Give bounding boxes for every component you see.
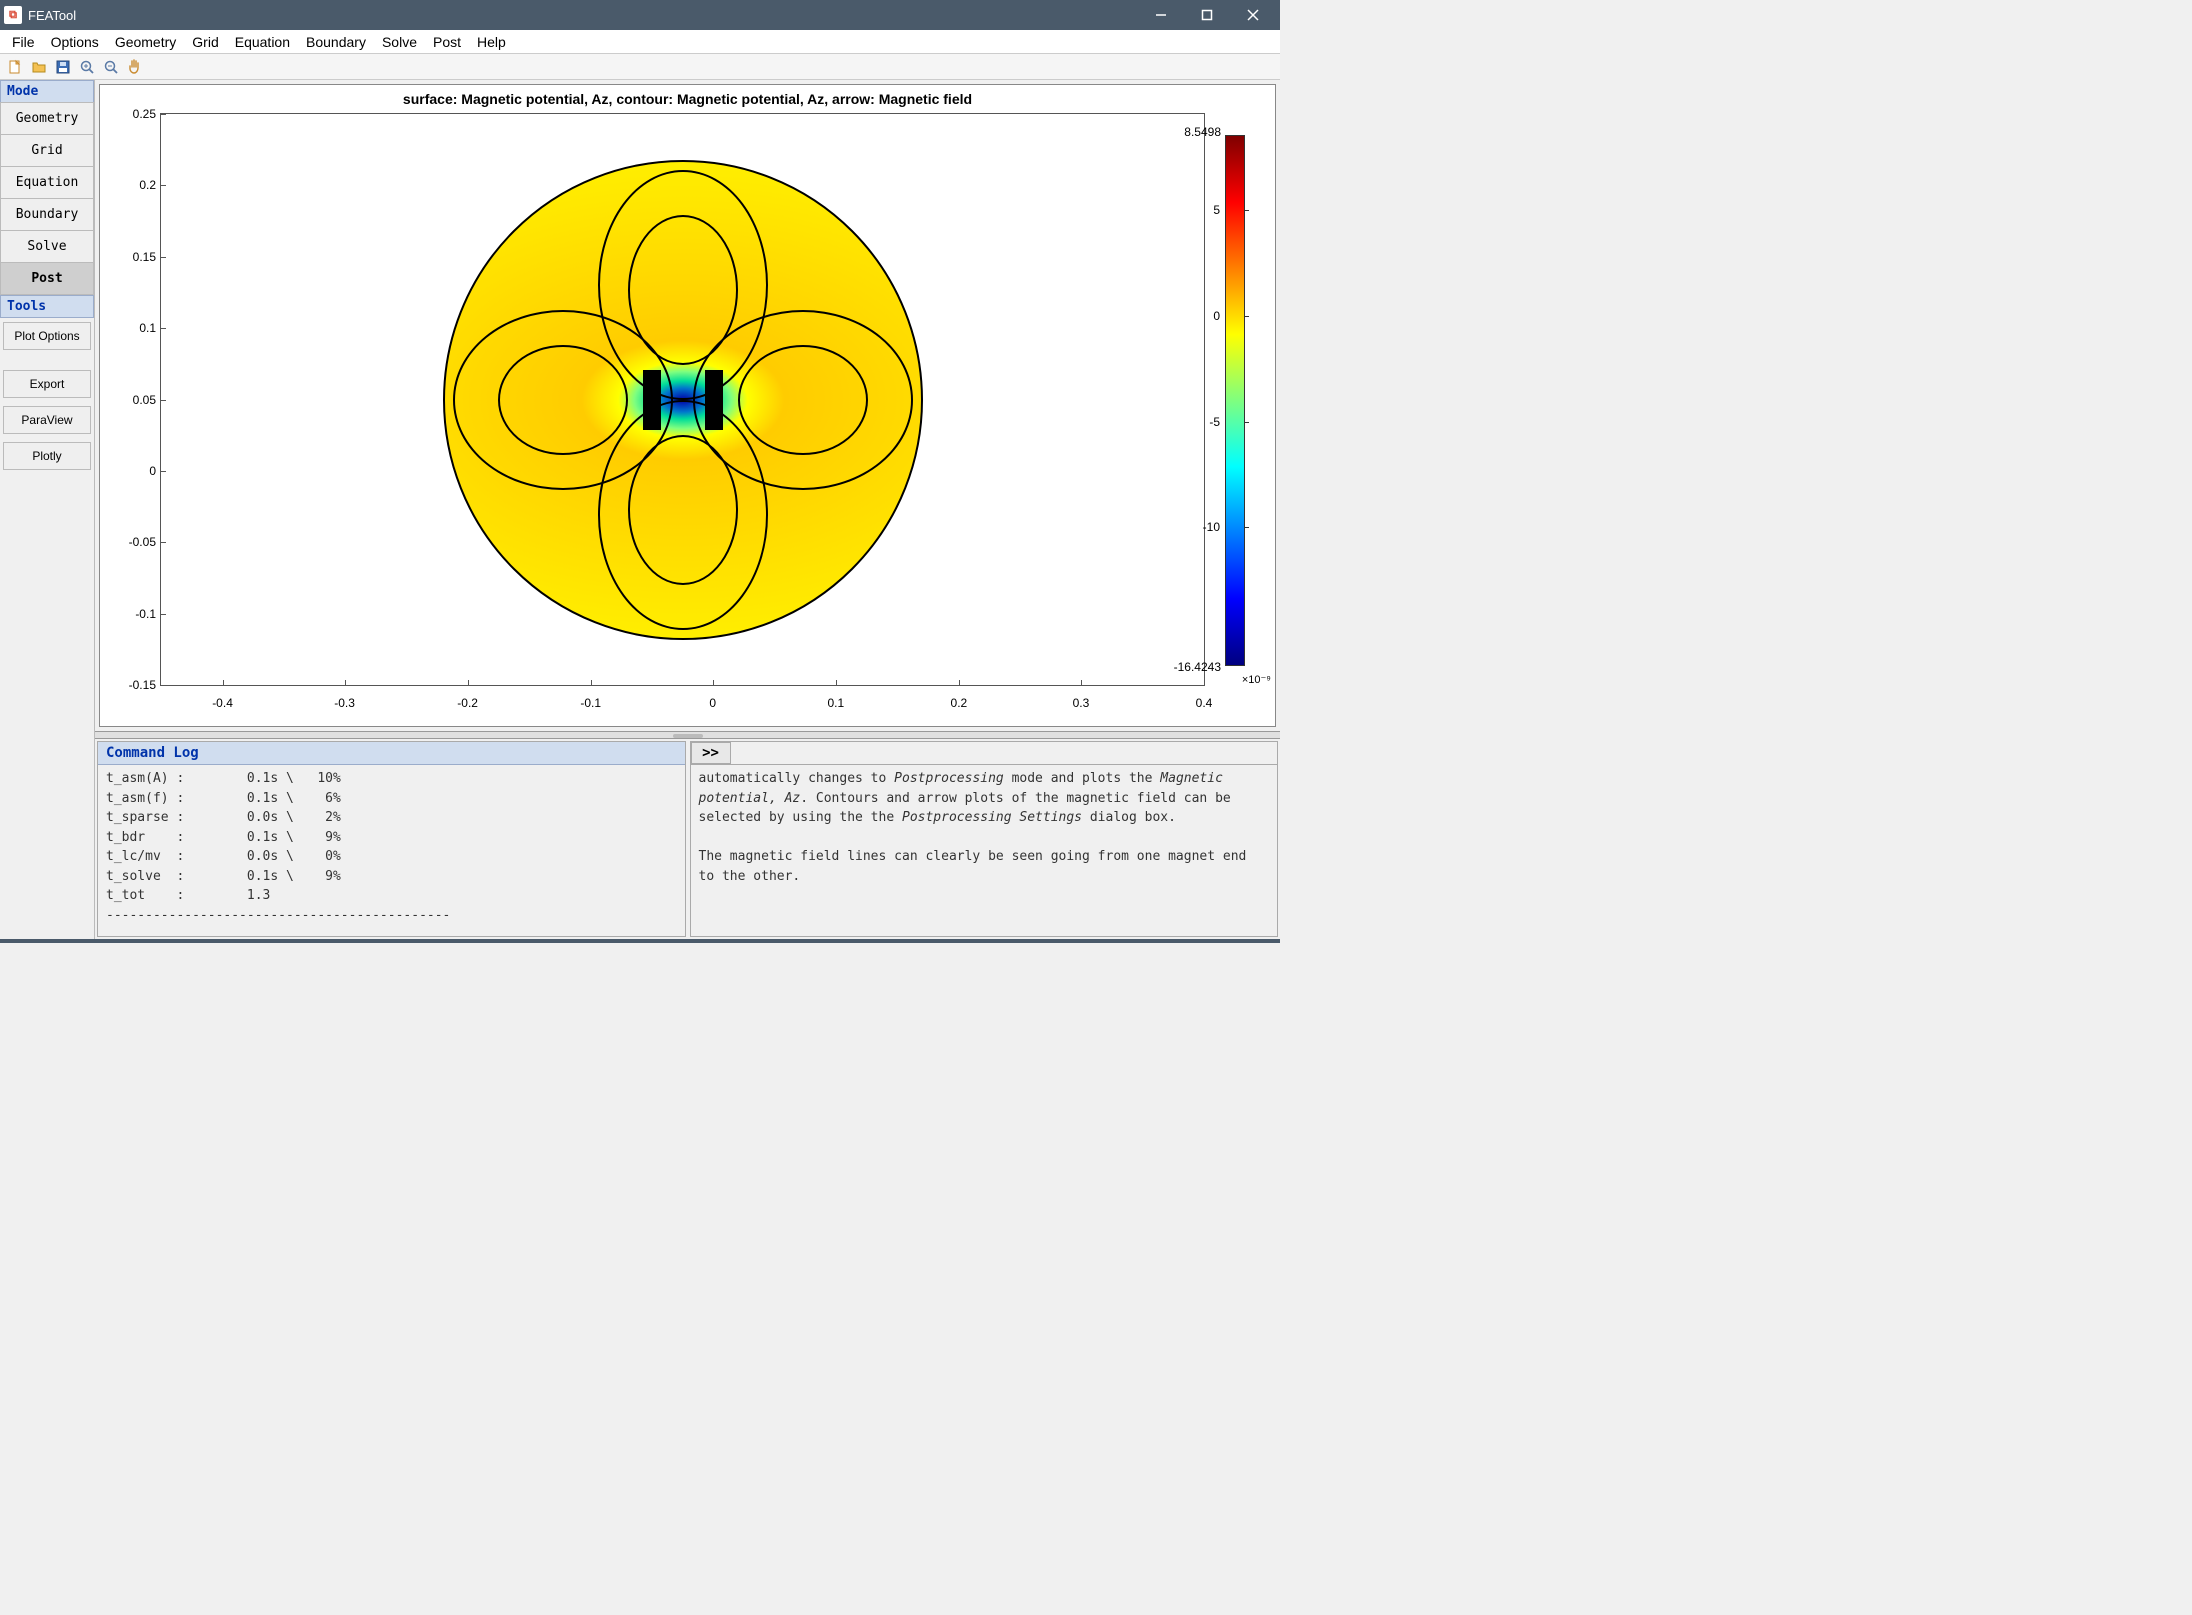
y-tick-label: 0: [111, 464, 156, 478]
vertical-splitter[interactable]: [95, 731, 1280, 739]
y-tick-label: -0.1: [111, 607, 156, 621]
colorbar-tick: -5: [1209, 415, 1226, 429]
save-file-icon[interactable]: [52, 56, 74, 78]
x-tick-label: 0.2: [951, 696, 968, 710]
menu-solve[interactable]: Solve: [374, 31, 425, 53]
new-file-icon[interactable]: [4, 56, 26, 78]
x-tick-label: -0.4: [212, 696, 233, 710]
tool-export[interactable]: Export: [3, 370, 91, 398]
close-button[interactable]: [1230, 0, 1276, 30]
command-log-header: Command Log: [98, 742, 685, 765]
menu-post[interactable]: Post: [425, 31, 469, 53]
prompt-label[interactable]: >>: [691, 742, 731, 764]
mode-grid[interactable]: Grid: [0, 134, 94, 167]
zoom-out-icon[interactable]: [100, 56, 122, 78]
y-tick-label: -0.05: [111, 535, 156, 549]
zoom-in-icon[interactable]: [76, 56, 98, 78]
mode-boundary[interactable]: Boundary: [0, 198, 94, 231]
y-tick-label: 0.1: [111, 321, 156, 335]
app-icon: ⧉: [4, 6, 22, 24]
maximize-button[interactable]: [1184, 0, 1230, 30]
mode-geometry[interactable]: Geometry: [0, 102, 94, 135]
tool-plotly[interactable]: Plotly: [3, 442, 91, 470]
sidebar-tools-header: Tools: [0, 295, 94, 318]
colorbar-exponent: ×10⁻⁹: [1242, 673, 1271, 686]
y-tick-label: 0.25: [111, 107, 156, 121]
plot-visualization: [443, 160, 923, 640]
mode-solve[interactable]: Solve: [0, 230, 94, 263]
help-panel: >> automatically changes to Postprocessi…: [690, 741, 1279, 937]
y-tick-label: -0.15: [111, 678, 156, 692]
x-tick-label: 0: [709, 696, 716, 710]
help-body[interactable]: automatically changes to Postprocessing …: [691, 765, 1278, 936]
x-tick-label: -0.1: [580, 696, 601, 710]
title-bar: ⧉ FEATool: [0, 0, 1280, 30]
menu-grid[interactable]: Grid: [184, 31, 226, 53]
mode-post[interactable]: Post: [0, 262, 94, 295]
sidebar-mode-header: Mode: [0, 80, 94, 103]
tool-plot-options[interactable]: Plot Options: [3, 322, 91, 350]
menu-boundary[interactable]: Boundary: [298, 31, 374, 53]
plot-axes[interactable]: 0.250.20.150.10.050-0.05-0.1-0.15-0.4-0.…: [160, 113, 1205, 686]
colorbar-tick: 5: [1213, 203, 1226, 217]
open-file-icon[interactable]: [28, 56, 50, 78]
x-tick-label: 0.4: [1196, 696, 1213, 710]
menu-help[interactable]: Help: [469, 31, 514, 53]
plot-area[interactable]: surface: Magnetic potential, Az, contour…: [95, 80, 1280, 731]
command-log-body[interactable]: t_asm(A) : 0.1s \ 10% t_asm(f) : 0.1s \ …: [98, 765, 685, 936]
colorbar-max: 8.5498: [1184, 125, 1221, 139]
mode-equation[interactable]: Equation: [0, 166, 94, 199]
menu-equation[interactable]: Equation: [227, 31, 298, 53]
plot-title: surface: Magnetic potential, Az, contour…: [100, 91, 1275, 107]
sidebar: Mode Geometry Grid Equation Boundary Sol…: [0, 80, 95, 939]
x-tick-label: 0.1: [827, 696, 844, 710]
window-title: FEATool: [28, 8, 1138, 23]
colorbar-tick: 0: [1213, 309, 1226, 323]
x-tick-label: -0.3: [334, 696, 355, 710]
command-log-panel: Command Log t_asm(A) : 0.1s \ 10% t_asm(…: [97, 741, 686, 937]
tool-paraview[interactable]: ParaView: [3, 406, 91, 434]
pan-icon[interactable]: [124, 56, 146, 78]
y-tick-label: 0.05: [111, 393, 156, 407]
menu-geometry[interactable]: Geometry: [107, 31, 184, 53]
y-tick-label: 0.2: [111, 178, 156, 192]
y-tick-label: 0.15: [111, 250, 156, 264]
menu-file[interactable]: File: [4, 31, 43, 53]
colorbar-min: -16.4243: [1174, 660, 1221, 674]
colorbar: 50-5-10: [1225, 135, 1245, 666]
x-tick-label: -0.2: [457, 696, 478, 710]
minimize-button[interactable]: [1138, 0, 1184, 30]
colorbar-tick: -10: [1203, 520, 1226, 534]
x-tick-label: 0.3: [1073, 696, 1090, 710]
menu-options[interactable]: Options: [43, 31, 107, 53]
menu-bar: File Options Geometry Grid Equation Boun…: [0, 30, 1280, 54]
toolbar: [0, 54, 1280, 80]
